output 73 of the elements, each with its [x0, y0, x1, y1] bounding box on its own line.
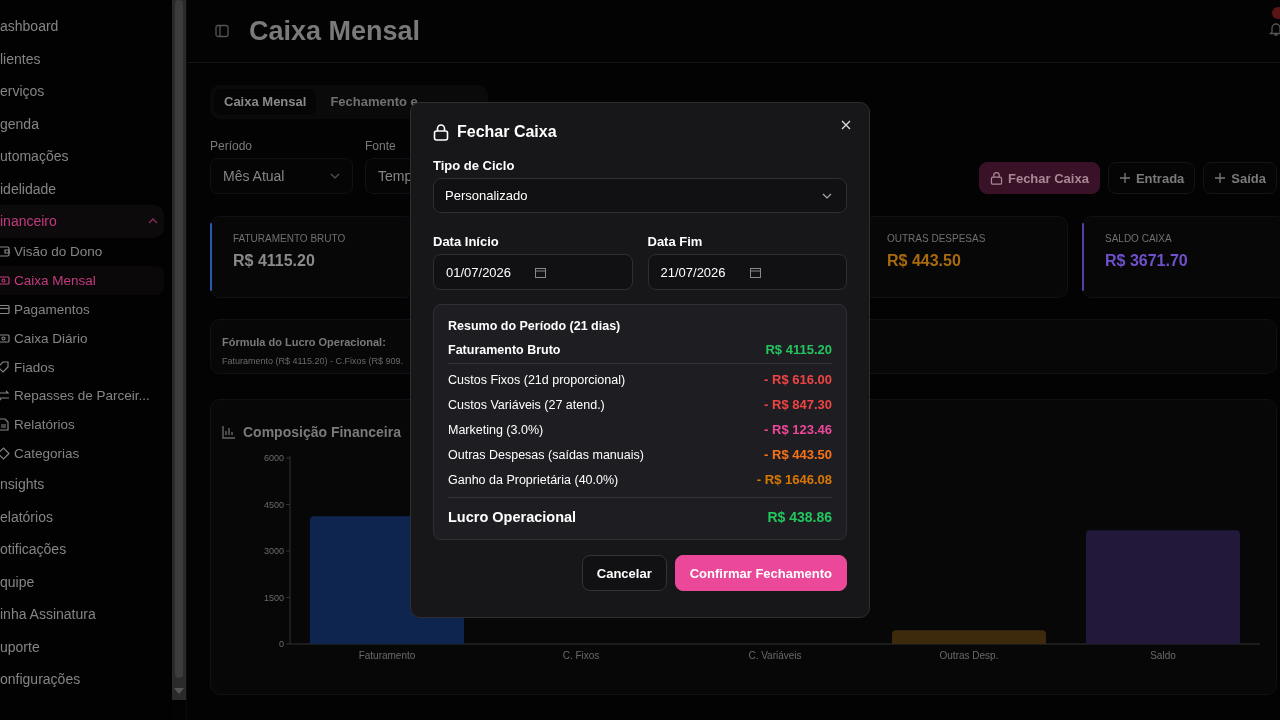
- summary-title: Resumo do Período (21 dias): [448, 319, 622, 333]
- axis-tick-label: 3000: [263, 546, 284, 556]
- axis-tick-label: 1500: [263, 592, 284, 603]
- summary-label: Ganho da Proprietária (40.0%): [448, 472, 619, 487]
- field-label: Tipo de Ciclo: [433, 158, 516, 173]
- sidebar-item[interactable]: inanceiro: [0, 205, 164, 238]
- axis-category-label: Outras Desp.: [939, 650, 999, 661]
- formula-text: Faturamento (R$ 4115.20) - C.Fixos (R$ 909.: [222, 356, 403, 366]
- formula-title: Fórmula do Lucro Operacional:: [222, 336, 386, 348]
- summary-amount: - R$ 1646.08: [756, 472, 832, 487]
- close-register-button[interactable]: Fechar Caixa: [978, 162, 1100, 194]
- tab[interactable]: Caixa Mensal: [214, 89, 317, 115]
- axis-tick-label: 6000: [263, 453, 284, 463]
- sidebar-item[interactable]: erviços: [0, 75, 172, 108]
- axis-category-label: C. Variáveis: [748, 650, 802, 661]
- stat-label: OUTRAS DESPESAS: [887, 233, 987, 244]
- summary-label: Faturamento Bruto: [448, 342, 561, 357]
- axis-category-label: Saldo: [1150, 650, 1176, 661]
- cycle-select[interactable]: Personalizado: [433, 178, 847, 213]
- sidebar-item[interactable]: elatórios: [0, 500, 172, 533]
- chart-title: Composição Financeira: [243, 424, 401, 440]
- axis-tick-label: 4500: [263, 499, 284, 510]
- sidebar-item[interactable]: quipe: [0, 565, 172, 598]
- field-label: Data Fim: [647, 234, 704, 249]
- sidebar-item[interactable]: inha Assinatura: [0, 597, 172, 631]
- sidebar-subitem[interactable]: Visão do Dono: [0, 237, 164, 267]
- filter-label: Período: [210, 139, 254, 153]
- sidebar-item[interactable]: lientes: [0, 42, 172, 75]
- summary-label: Custos Fixos (21d proporcional): [448, 372, 626, 387]
- summary-label: Custos Variáveis (27 atend.): [448, 397, 605, 412]
- date-field[interactable]: 01/07/2026: [433, 254, 633, 290]
- summary-amount: - R$ 123.46: [764, 422, 832, 437]
- sidebar-subitem[interactable]: Categorias: [0, 439, 164, 468]
- summary-amount: - R$ 847.30: [764, 397, 832, 412]
- modal-title: Fechar Caixa: [457, 123, 557, 141]
- sidebar-subitem[interactable]: Caixa Mensal: [0, 266, 164, 296]
- stat-value: R$ 443.50: [887, 252, 962, 270]
- sidebar-item[interactable]: nsights: [0, 467, 172, 501]
- sidebar-subitem[interactable]: Caixa Diário: [0, 323, 164, 353]
- stat-label: SALDO CAIXA: [1105, 233, 1173, 244]
- cancel-button[interactable]: Cancelar: [581, 555, 667, 591]
- sidebar-item[interactable]: genda: [0, 107, 172, 140]
- sidebar-item[interactable]: otificações: [0, 532, 172, 566]
- sidebar-item[interactable]: uporte: [0, 630, 172, 663]
- sidebar-item[interactable]: utomações: [0, 140, 172, 173]
- stat-value: R$ 4115.20: [233, 252, 316, 270]
- summary-amount: - R$ 443.50: [764, 447, 832, 462]
- sidebar-subitem[interactable]: Pagamentos: [0, 295, 164, 324]
- summary-label: Outras Despesas (saídas manuais): [448, 447, 644, 462]
- date-field[interactable]: 21/07/2026: [647, 254, 847, 290]
- field-label: Data Início: [433, 234, 500, 249]
- add-button[interactable]: Entrada: [1107, 162, 1196, 194]
- page-title: Caixa Mensal: [249, 15, 421, 47]
- sidebar-item[interactable]: ashboard: [0, 10, 172, 43]
- sidebar-subitem[interactable]: Repasses de Parceir...: [0, 381, 164, 411]
- sidebar-subitem[interactable]: Relatórios: [0, 410, 164, 440]
- axis-category-label: Faturamento: [358, 650, 416, 661]
- filter-select[interactable]: Mês Atual: [210, 158, 353, 194]
- filter-label: Fonte: [365, 139, 397, 153]
- summary-amount: R$ 4115.20: [765, 342, 832, 357]
- sidebar-item[interactable]: onfigurações: [0, 662, 172, 696]
- confirm-button[interactable]: Confirmar Fechamento: [674, 555, 847, 591]
- stat-value: R$ 3671.70: [1105, 252, 1189, 270]
- summary-label: Lucro Operacional: [448, 509, 577, 525]
- add-button[interactable]: Saída: [1203, 162, 1277, 194]
- sidebar-subitem[interactable]: Fiados: [0, 352, 164, 382]
- summary-label: Marketing (3.0%): [448, 422, 544, 437]
- axis-category-label: C. Fixos: [562, 650, 600, 661]
- summary-amount: R$ 438.86: [767, 509, 832, 525]
- sidebar-item[interactable]: idelidade: [0, 172, 172, 205]
- summary-amount: - R$ 616.00: [764, 372, 832, 387]
- stat-label: FATURAMENTO BRUTO: [233, 233, 347, 244]
- axis-tick-label: 0: [279, 639, 284, 649]
